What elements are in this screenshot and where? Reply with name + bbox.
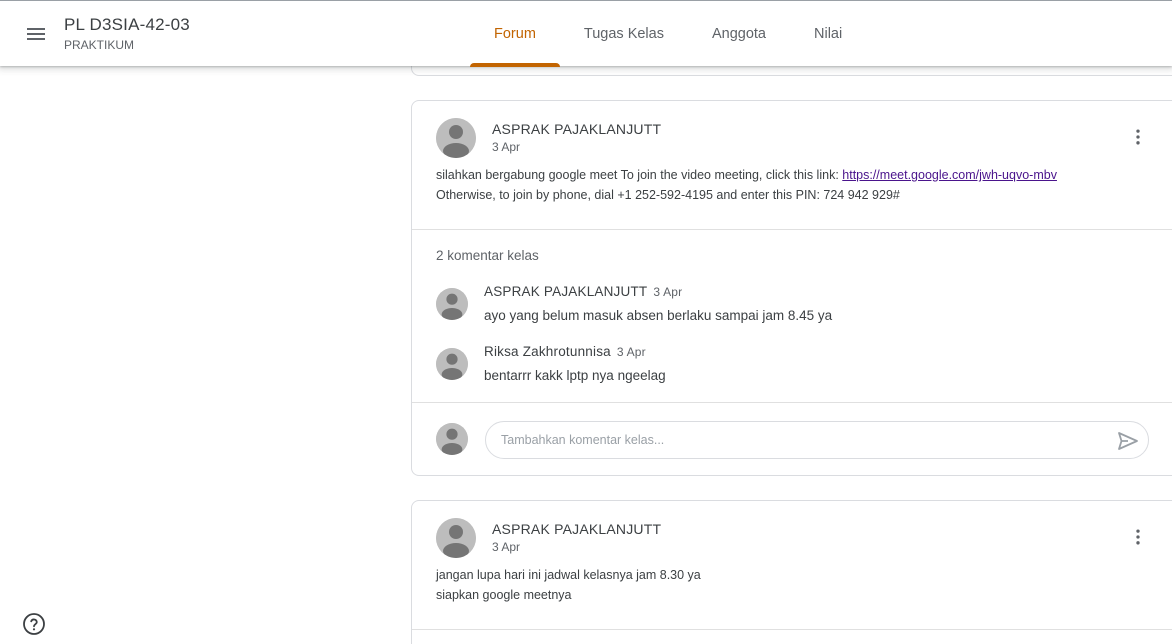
post-text-line: silahkan bergabung google meet To join t…: [436, 168, 843, 182]
comment-date: 3 Apr: [616, 345, 646, 359]
divider: [412, 402, 1172, 403]
comment-input[interactable]: [486, 422, 1086, 458]
send-icon[interactable]: [1116, 429, 1140, 453]
account-icon: [436, 288, 468, 320]
comment-author-name[interactable]: ASPRAK PAJAKLANJUTT: [484, 284, 647, 299]
comment-date: 3 Apr: [653, 285, 683, 299]
comment-count-link[interactable]: 2 komentar kelas: [436, 248, 539, 263]
tab-anggota[interactable]: Anggota: [688, 1, 790, 67]
post-text-line: Otherwise, to join by phone, dial +1 252…: [436, 188, 900, 202]
class-subtitle: PRAKTIKUM: [64, 38, 135, 52]
comment-text: bentarrr kakk lptp nya ngeelag: [484, 368, 666, 383]
comment-input-box: [485, 421, 1149, 459]
more-vert-icon[interactable]: [1122, 121, 1154, 153]
class-title[interactable]: PL D3SIA-42-03: [64, 15, 190, 35]
post-card: ASPRAK PAJAKLANJUTT 3 Apr silahkan berga…: [411, 100, 1172, 476]
post-author[interactable]: ASPRAK PAJAKLANJUTT: [492, 121, 661, 137]
account-icon: [436, 423, 468, 455]
comment-text: ayo yang belum masuk absen berlaku sampa…: [484, 308, 833, 323]
post-date: 3 Apr: [492, 540, 521, 554]
tab-forum[interactable]: Forum: [470, 1, 560, 67]
account-icon: [436, 348, 468, 380]
post-date: 3 Apr: [492, 140, 521, 154]
nav-tabs: Forum Tugas Kelas Anggota Nilai: [470, 1, 866, 67]
help-icon[interactable]: [22, 612, 46, 636]
comment-author: Riksa Zakhrotunnisa 3 Apr: [484, 344, 646, 359]
more-vert-icon[interactable]: [1122, 521, 1154, 553]
divider: [412, 229, 1172, 230]
post-card: ASPRAK PAJAKLANJUTT 3 Apr jangan lupa ha…: [411, 500, 1172, 644]
post-text-line: siapkan google meetnya: [436, 588, 572, 602]
post-author[interactable]: ASPRAK PAJAKLANJUTT: [492, 521, 661, 537]
comment-author: ASPRAK PAJAKLANJUTT 3 Apr: [484, 284, 682, 299]
account-icon: [436, 518, 476, 558]
app-header: PL D3SIA-42-03 PRAKTIKUM Forum Tugas Kel…: [0, 0, 1172, 67]
account-icon: [436, 118, 476, 158]
tab-tugas-kelas[interactable]: Tugas Kelas: [560, 1, 688, 67]
post-body: silahkan bergabung google meet To join t…: [436, 165, 1057, 205]
tab-nilai[interactable]: Nilai: [790, 1, 866, 67]
menu-icon[interactable]: [20, 18, 52, 50]
post-body: jangan lupa hari ini jadwal kelasnya jam…: [436, 565, 701, 605]
post-text-line: jangan lupa hari ini jadwal kelasnya jam…: [436, 568, 701, 582]
divider: [412, 629, 1172, 630]
meet-link[interactable]: https://meet.google.com/jwh-uqvo-mbv: [842, 168, 1057, 182]
comment-author-name[interactable]: Riksa Zakhrotunnisa: [484, 344, 611, 359]
